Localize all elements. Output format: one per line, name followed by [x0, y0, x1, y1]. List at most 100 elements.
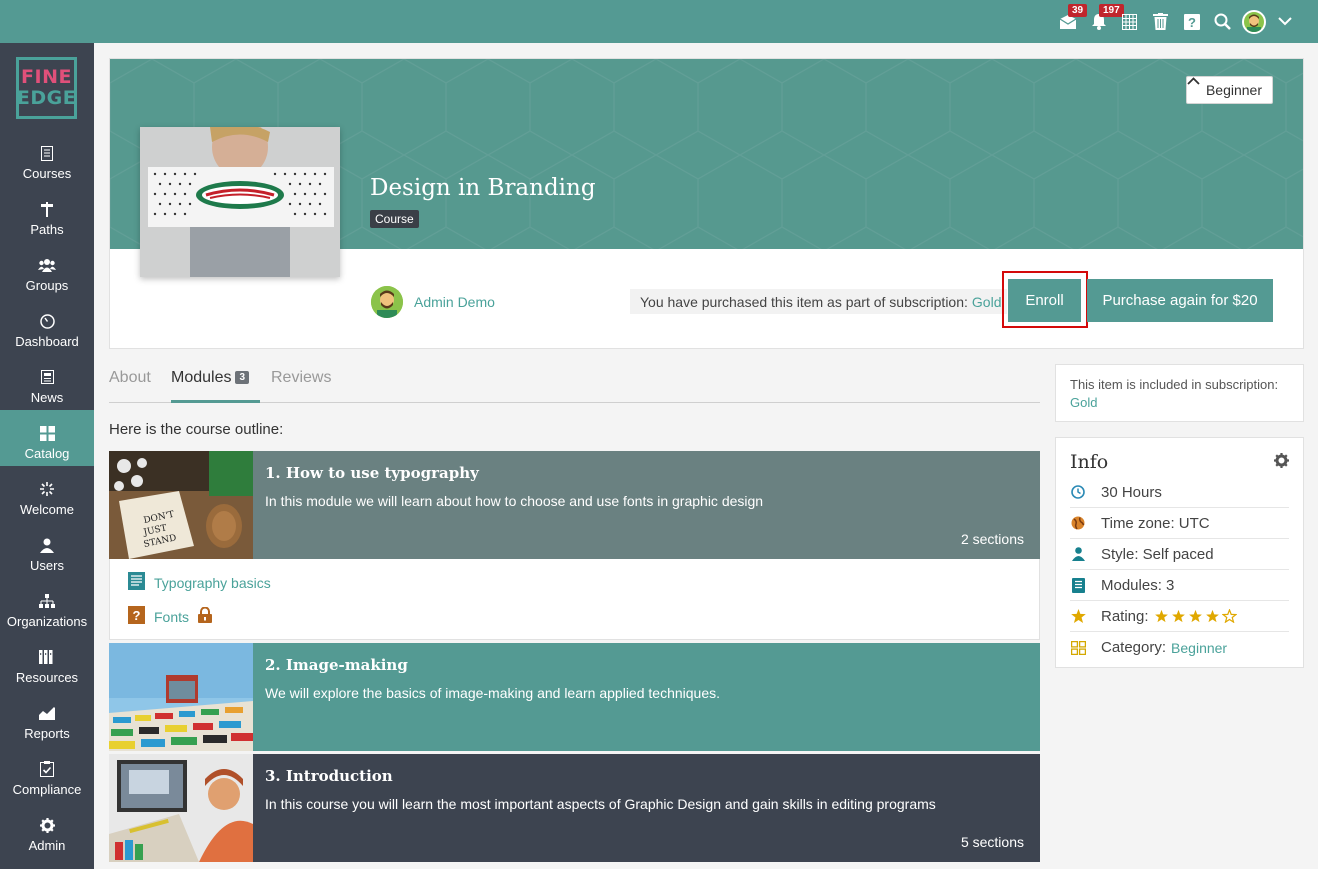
avatar[interactable] — [1238, 0, 1269, 43]
grid-icon — [39, 425, 55, 441]
subscription-link[interactable]: Gold — [972, 294, 1002, 310]
document-icon — [128, 572, 145, 593]
purchase-again-button[interactable]: Purchase again for $20 — [1087, 279, 1273, 322]
sidebar: FINE EDGE Courses Paths Groups Dashboard… — [0, 43, 94, 869]
included-text: This item is included in subscription: — [1070, 377, 1279, 392]
module-title: 2. Image-making — [265, 656, 408, 674]
trash-icon[interactable] — [1145, 0, 1176, 43]
subscription-notice: You have purchased this item as part of … — [630, 289, 1008, 314]
course-header: Beginner Design in Branding Course Admin… — [109, 58, 1304, 349]
globe-icon — [1070, 515, 1086, 531]
clipboard-check-icon — [40, 761, 54, 777]
gear-icon — [39, 817, 55, 833]
sidebar-item-label: Organizations — [6, 614, 88, 629]
mail-icon[interactable]: 39 — [1052, 0, 1088, 43]
sidebar-item-groups[interactable]: Groups — [0, 242, 94, 298]
info-timezone: Time zone: UTC — [1070, 508, 1289, 539]
logo[interactable]: FINE EDGE — [16, 57, 77, 119]
tab-reviews[interactable]: Reviews — [271, 369, 331, 387]
bell-icon[interactable]: 197 — [1083, 0, 1124, 43]
module-description: In this module we will learn about how t… — [265, 493, 764, 509]
users-icon — [38, 257, 56, 273]
sidebar-item-label: Groups — [25, 278, 69, 293]
calendar-icon[interactable] — [1114, 0, 1145, 43]
signpost-icon — [40, 201, 54, 217]
author-link[interactable]: Admin Demo — [414, 294, 495, 310]
star-filled-icon — [1154, 609, 1168, 623]
module-card[interactable]: DON'T JUST STAND 1. How to use typograph… — [109, 451, 1040, 559]
sidebar-item-dashboard[interactable]: Dashboard — [0, 298, 94, 354]
level-button[interactable]: Beginner — [1185, 76, 1273, 104]
info-category-label: Category: — [1101, 639, 1167, 656]
sidebar-item-welcome[interactable]: Welcome — [0, 466, 94, 522]
course-thumbnail — [140, 127, 340, 277]
sidebar-item-label: Resources — [15, 670, 79, 685]
module-card[interactable]: 3. Introduction In this course you will … — [109, 754, 1040, 862]
module-image: DON'T JUST STAND — [109, 451, 253, 559]
book-icon — [1070, 577, 1086, 593]
module-title: 1. How to use typography — [265, 464, 479, 482]
module-description: We will explore the basics of image-maki… — [265, 685, 720, 701]
clock-icon — [1070, 484, 1086, 500]
star-empty-icon — [1221, 609, 1237, 623]
module-card[interactable]: 2. Image-making We will explore the basi… — [109, 643, 1040, 751]
user-icon — [1070, 546, 1086, 562]
sidebar-item-reports[interactable]: Reports — [0, 690, 94, 746]
gear-icon[interactable] — [1274, 453, 1289, 473]
user-icon — [40, 537, 54, 553]
info-duration: 30 Hours — [1070, 477, 1289, 508]
included-subscription-link[interactable]: Gold — [1070, 395, 1097, 410]
category-icon — [1070, 640, 1086, 656]
star-filled-icon — [1205, 609, 1219, 623]
sidebar-item-compliance[interactable]: Compliance — [0, 746, 94, 802]
info-modules-text: Modules: 3 — [1101, 576, 1175, 594]
help-icon[interactable]: ? — [1176, 0, 1207, 43]
svg-text:?: ? — [133, 608, 141, 623]
logo-line-2: EDGE — [16, 87, 77, 109]
info-category: Category: Beginner — [1070, 632, 1289, 663]
category-link[interactable]: Beginner — [1171, 640, 1227, 656]
module-image — [109, 754, 253, 862]
chevron-down-icon[interactable] — [1269, 0, 1300, 43]
svg-text:?: ? — [1188, 15, 1196, 30]
info-rating-label: Rating: — [1101, 607, 1149, 625]
enroll-button[interactable]: Enroll — [1008, 279, 1081, 322]
active-tab-indicator — [171, 400, 260, 403]
newspaper-icon — [40, 369, 54, 385]
module-title: 3. Introduction — [265, 767, 393, 785]
top-icons: 39 197 ? — [1052, 0, 1300, 43]
section-item-typography-basics[interactable]: Typography basics — [128, 572, 271, 593]
section-label: Typography basics — [154, 574, 271, 591]
tab-modules-label: Modules — [171, 369, 232, 386]
tab-modules[interactable]: Modules 3 — [171, 369, 250, 387]
sidebar-item-resources[interactable]: Resources — [0, 634, 94, 690]
info-style-text: Style: Self paced — [1101, 545, 1214, 563]
sidebar-item-label: News — [30, 390, 64, 405]
quiz-icon: ? — [128, 606, 145, 627]
info-timezone-text: Time zone: UTC — [1101, 514, 1210, 532]
sidebar-item-paths[interactable]: Paths — [0, 186, 94, 242]
author-avatar — [371, 286, 403, 318]
gauge-icon — [39, 313, 55, 329]
module-image — [109, 643, 253, 751]
section-label: Fonts — [154, 608, 190, 625]
info-panel: Info 30 Hours Time zone: UTC Style: Self… — [1055, 437, 1304, 668]
sidebar-item-users[interactable]: Users — [0, 522, 94, 578]
sidebar-item-label: Dashboard — [15, 334, 79, 349]
sidebar-item-courses[interactable]: Courses — [0, 130, 94, 186]
module-sections-count: 2 sections — [960, 531, 1024, 547]
sidebar-item-organizations[interactable]: Organizations — [0, 578, 94, 634]
module-section-list: Typography basics ? Fonts — [109, 559, 1040, 640]
sidebar-item-label: Paths — [30, 222, 64, 237]
sparkle-icon — [40, 481, 54, 497]
sidebar-item-admin[interactable]: Admin — [0, 802, 94, 858]
sidebar-item-news[interactable]: News — [0, 354, 94, 410]
search-icon[interactable] — [1207, 0, 1238, 43]
book-icon — [41, 145, 53, 161]
tab-about[interactable]: About — [109, 369, 151, 387]
sidebar-item-label: Compliance — [12, 782, 82, 797]
sidebar-item-catalog[interactable]: Catalog — [0, 410, 94, 466]
top-bar: 39 197 ? — [0, 0, 1318, 43]
rating-stars — [1154, 609, 1237, 623]
section-item-fonts[interactable]: ? Fonts — [128, 606, 213, 627]
